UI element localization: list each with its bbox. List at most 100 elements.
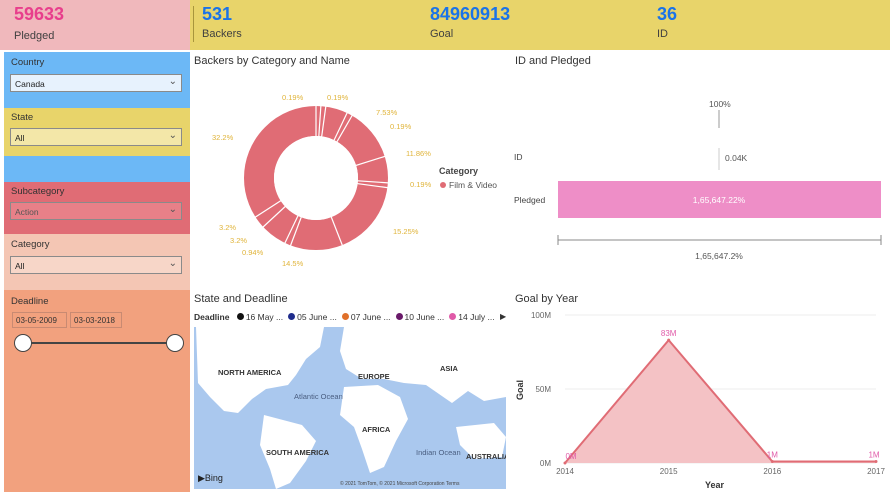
goal-point[interactable] xyxy=(667,338,671,342)
map-legend: Deadline 16 May ... 05 June ... 07 June ..… xyxy=(194,312,495,322)
donut-hole xyxy=(274,136,358,220)
id-pledged-panel: ID and Pledged 100% ID 0.04K Pledged 1,6… xyxy=(511,52,887,290)
deadline-slider-start-handle[interactable] xyxy=(14,334,32,352)
category-slicer-title: Category xyxy=(11,239,50,250)
donut-label-12: 32.2% xyxy=(212,133,234,142)
legend-dot-icon xyxy=(236,313,244,320)
subcategory-slicer: Subcategory Action ⌄ xyxy=(4,182,190,234)
pledged-bar-label: 1,65,647.22% xyxy=(693,195,746,205)
state-slicer-title: State xyxy=(11,112,34,123)
map-legend-item[interactable]: 05 June ... xyxy=(297,312,337,322)
land-masses xyxy=(196,327,506,489)
country-dropdown-value: Canada xyxy=(15,79,45,89)
map-label-indian-ocean: Indian Ocean xyxy=(416,448,461,457)
backers-donut-panel: Backers by Category and Name 0.19% 0.19%… xyxy=(190,52,510,290)
country-slicer: Country Canada ⌄ xyxy=(4,52,190,108)
chevron-down-icon: ⌄ xyxy=(168,130,177,141)
map-label-north-america: NORTH AMERICA xyxy=(218,368,282,377)
kpi-backers-value: 531 xyxy=(202,4,233,24)
kpi-id-value: 36 xyxy=(657,4,678,24)
x-tick-label: 2014 xyxy=(556,467,574,476)
state-deadline-map-panel: State and Deadline Deadline 16 May ... 05… xyxy=(190,290,510,493)
map-copyright[interactable]: © 2021 TomTom, © 2021 Microsoft Corporat… xyxy=(340,481,459,487)
category-slicer: Category All ⌄ xyxy=(4,234,190,290)
subcategory-dropdown[interactable]: Action ⌄ xyxy=(10,202,182,220)
map-label-africa: AFRICA xyxy=(362,425,391,434)
slicer-spacer xyxy=(4,156,190,182)
map-legend-item[interactable]: 10 June ... xyxy=(405,312,445,322)
deadline-slider-end-handle[interactable] xyxy=(166,334,184,352)
map-title: State and Deadline xyxy=(194,293,288,305)
kpi-backers-label: Backers xyxy=(202,28,242,40)
map-label-europe: EUROPE xyxy=(358,372,390,381)
kpi-pledged-label: Pledged xyxy=(14,30,55,42)
bing-icon: ▶ xyxy=(198,473,205,483)
goal-data-label: 1M xyxy=(767,451,778,460)
map-label-asia: ASIA xyxy=(440,364,459,373)
map-label-australia: AUSTRALIA xyxy=(466,452,506,461)
deadline-start-input[interactable]: 03-05-2009 xyxy=(12,312,67,328)
deadline-end-input[interactable]: 03-03-2018 xyxy=(70,312,122,328)
y-tick-label: 0M xyxy=(540,459,551,468)
legend-dot-icon xyxy=(395,313,403,320)
map-label-atlantic-1: Atlantic Ocean xyxy=(294,392,343,401)
map-legend-title: Deadline xyxy=(194,312,230,322)
donut-label-10: 3.2% xyxy=(230,236,247,245)
kpi-goal-label: Goal xyxy=(430,28,454,40)
donut-legend-title: Category xyxy=(439,166,478,176)
legend-dot-icon xyxy=(449,313,457,320)
chevron-down-icon: ⌄ xyxy=(168,204,177,215)
donut-label-3: 7.53% xyxy=(376,108,398,117)
donut-label-9: 0.94% xyxy=(242,248,264,257)
map-legend-item[interactable]: 14 July ... xyxy=(458,312,494,322)
y-tick-label: 50M xyxy=(535,385,551,394)
pledged-row-label: Pledged xyxy=(514,195,545,205)
kpi-bar: 531 Backers 84960913 Goal 36 ID xyxy=(190,0,890,50)
legend-dot-icon xyxy=(341,313,349,320)
chevron-down-icon: ⌄ xyxy=(168,258,177,269)
world-map-shapes: NORTH AMERICA EUROPE ASIA Atlantic Ocean… xyxy=(196,327,506,489)
world-map[interactable]: NORTH AMERICA EUROPE ASIA Atlantic Ocean… xyxy=(194,327,506,489)
subcategory-dropdown-value: Action xyxy=(15,207,39,217)
goal-point[interactable] xyxy=(770,460,774,464)
map-label-south-america: SOUTH AMERICA xyxy=(266,448,330,457)
x-tick-label: 2015 xyxy=(660,467,678,476)
donut-legend-marker xyxy=(440,182,446,188)
donut-chart: 0.19% 0.19% 7.53% 0.19% 11.86% 0.19% 15.… xyxy=(212,93,497,268)
deadline-slider-track xyxy=(22,342,174,344)
donut-label-2: 0.19% xyxy=(327,93,349,102)
state-dropdown-value: All xyxy=(15,133,25,143)
bing-label: Bing xyxy=(204,473,223,483)
goal-data-label: 83M xyxy=(661,329,677,338)
id-pledged-axis-label: 1,65,647.2% xyxy=(695,251,743,261)
goal-point[interactable] xyxy=(874,460,878,464)
x-axis-label: Year xyxy=(705,480,725,490)
donut-legend-item[interactable]: Film & Video xyxy=(449,180,497,190)
donut-label-5: 11.86% xyxy=(406,149,431,158)
kpi-pledged-card: 59633 Pledged xyxy=(0,0,190,50)
donut-label-8: 14.5% xyxy=(282,259,304,268)
goal-data-label: 0M xyxy=(565,452,576,461)
legend-next-arrow-icon[interactable]: ▶ xyxy=(500,312,506,321)
map-legend-item[interactable]: 16 May ... xyxy=(246,312,283,322)
id-row-value: 0.04K xyxy=(725,153,748,163)
legend-dot-icon xyxy=(288,313,296,320)
category-dropdown-value: All xyxy=(15,261,25,271)
goal-by-year-chart: 0M 50M 100M 0M 2014 83M 2015 1M 2016 1M 2017 Year Go… xyxy=(515,311,885,490)
state-dropdown[interactable]: All ⌄ xyxy=(10,128,182,146)
id-pledged-chart: 100% ID 0.04K Pledged 1,65,647.22% 1,65,… xyxy=(514,99,882,261)
country-slicer-title: Country xyxy=(11,57,45,68)
goal-point[interactable] xyxy=(563,461,567,465)
map-legend-item[interactable]: 07 June ... xyxy=(351,312,391,322)
country-dropdown[interactable]: Canada ⌄ xyxy=(10,74,182,92)
deadline-slicer-title: Deadline xyxy=(11,296,49,307)
donut-label-11: 3.2% xyxy=(219,223,236,232)
kpi-divider xyxy=(193,6,194,42)
goal-by-year-panel: Goal by Year 0M 50M 100M 0M 2014 83M 2015 1M 201… xyxy=(511,290,887,493)
deadline-slicer: Deadline 03-05-2009 03-03-2018 xyxy=(4,290,190,492)
chevron-down-icon: ⌄ xyxy=(168,76,177,87)
category-dropdown[interactable]: All ⌄ xyxy=(10,256,182,274)
kpi-id-label: ID xyxy=(657,28,668,40)
donut-label-4: 0.19% xyxy=(390,122,412,131)
y-axis-label: Goal xyxy=(515,380,525,400)
